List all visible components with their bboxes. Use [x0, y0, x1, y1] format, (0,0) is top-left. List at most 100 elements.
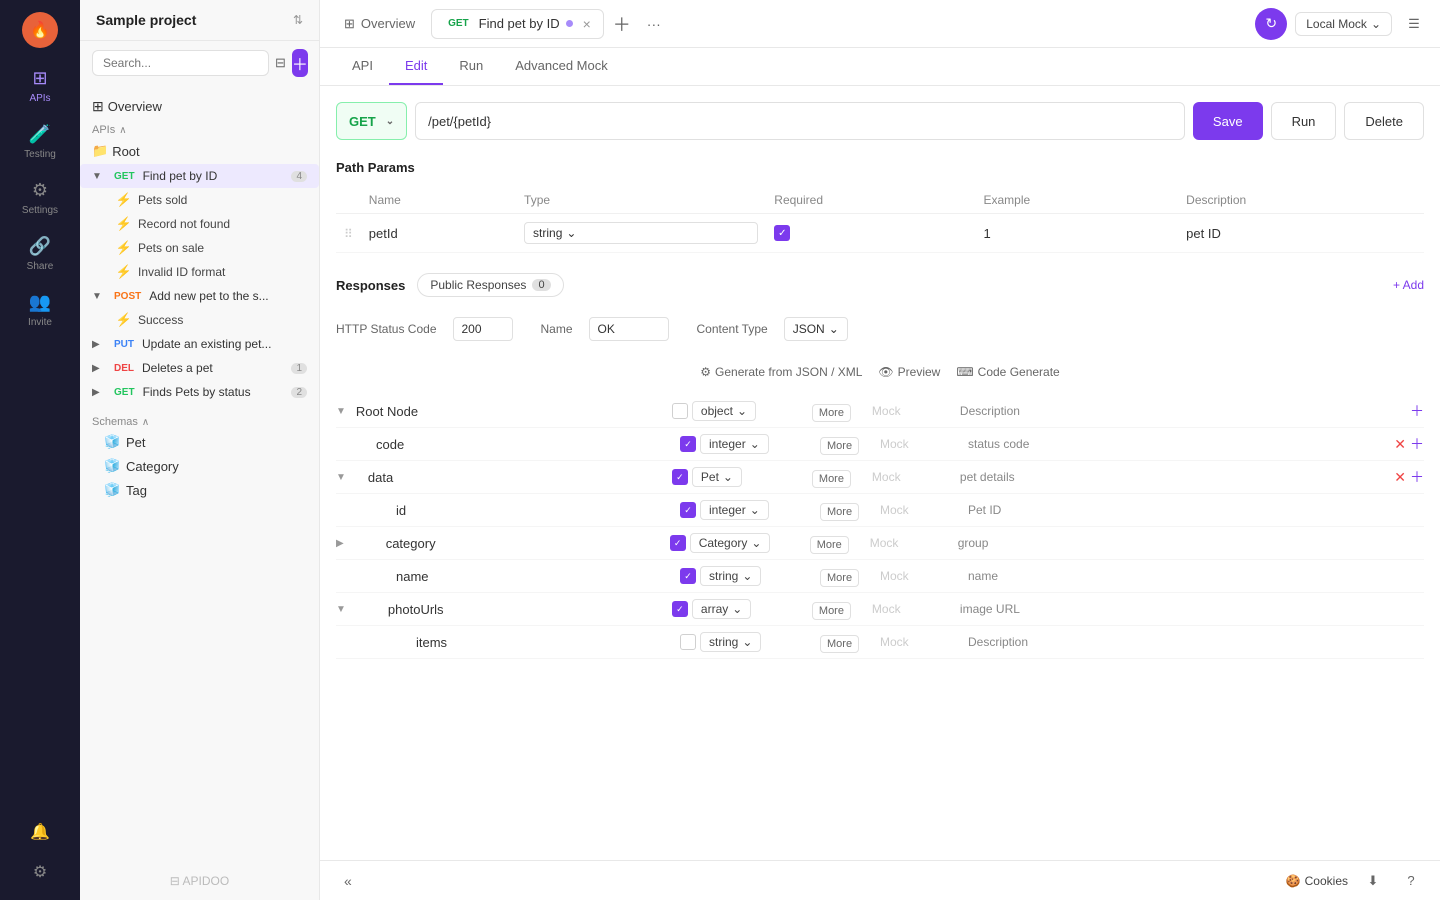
code-generate-button[interactable]: ⌨ Code Generate — [956, 365, 1059, 379]
expand-arrow-put[interactable]: ▶ — [92, 339, 106, 350]
public-responses-button[interactable]: Public Responses 0 — [417, 273, 563, 297]
nav-schema-category[interactable]: 🧊 Category — [80, 454, 319, 478]
sidebar-item-testing[interactable]: 🧪 Testing — [6, 116, 74, 168]
schema-required-category[interactable]: ✓ — [666, 535, 690, 551]
download-icon[interactable]: ⬇ — [1360, 868, 1386, 894]
schemas-section-arrow[interactable]: ∧ — [142, 417, 149, 428]
schema-required-name[interactable]: ✓ — [676, 568, 700, 584]
nav-sub-record-not-found[interactable]: ⚡ Record not found — [80, 212, 319, 236]
sidebar-item-invite[interactable]: 👥 Invite — [6, 284, 74, 336]
nav-schema-tag[interactable]: 🧊 Tag — [80, 478, 319, 502]
nav-item-get-find-pet[interactable]: ▼ GET Find pet by ID 4 — [80, 164, 319, 188]
remove-field-code[interactable]: ✕ — [1394, 436, 1406, 453]
more-button-data[interactable]: More — [812, 470, 851, 488]
more-button-photourls[interactable]: More — [812, 602, 851, 620]
expand-arrow-status[interactable]: ▶ — [92, 387, 106, 398]
save-button[interactable]: Save — [1193, 102, 1263, 140]
status-code-input[interactable] — [453, 317, 513, 341]
nav-sub-pets-sold[interactable]: ⚡ Pets sold — [80, 188, 319, 212]
type-badge-items[interactable]: string ⌄ — [700, 632, 761, 652]
type-select-param[interactable]: string ⌄ — [524, 222, 758, 244]
required-checkbox[interactable]: ✓ — [774, 225, 790, 241]
tab-find-pet[interactable]: GET Find pet by ID × — [431, 9, 604, 39]
expand-arrow-del[interactable]: ▶ — [92, 363, 106, 374]
type-badge-name[interactable]: string ⌄ — [700, 566, 761, 586]
type-badge-category[interactable]: Category ⌄ — [690, 533, 771, 553]
checkbox-photourls[interactable]: ✓ — [672, 601, 688, 617]
more-button-id[interactable]: More — [820, 503, 859, 521]
type-badge-data[interactable]: Pet ⌄ — [692, 467, 742, 487]
collapse-icon[interactable]: « — [336, 869, 360, 893]
type-badge-root[interactable]: object ⌄ — [692, 401, 756, 421]
collapse-photourls-icon[interactable]: ▼ — [336, 604, 346, 615]
nav-item-del[interactable]: ▶ DEL Deletes a pet 1 — [80, 356, 319, 380]
more-button-name[interactable]: More — [820, 569, 859, 587]
nav-item-post-add-pet[interactable]: ▼ POST Add new pet to the s... — [80, 284, 319, 308]
tab-overview[interactable]: ⊞ Overview — [332, 8, 427, 40]
more-button-category[interactable]: More — [810, 536, 849, 554]
settings-gear-icon[interactable]: ⚙ — [24, 856, 56, 888]
checkbox-code[interactable]: ✓ — [680, 436, 696, 452]
type-badge-code[interactable]: integer ⌄ — [700, 434, 769, 454]
generate-json-button[interactable]: ⚙ Generate from JSON / XML — [700, 365, 862, 379]
nav-item-get-status[interactable]: ▶ GET Finds Pets by status 2 — [80, 380, 319, 404]
expand-category-icon[interactable]: ▶ — [336, 538, 344, 549]
method-select[interactable]: GET ⌄ — [336, 102, 407, 140]
drag-handle[interactable]: ⠿ — [344, 227, 353, 241]
tab-edit[interactable]: Edit — [389, 48, 443, 85]
tab-run[interactable]: Run — [443, 48, 499, 85]
cookies-button[interactable]: 🍪 Cookies — [1286, 874, 1348, 888]
nav-project-switch-icon[interactable]: ⇅ — [293, 13, 303, 27]
add-button[interactable]: ＋ — [292, 49, 308, 77]
more-button-code[interactable]: More — [820, 437, 859, 455]
add-field-root[interactable]: ＋ — [1410, 401, 1424, 421]
help-icon[interactable]: ? — [1398, 868, 1424, 894]
type-badge-photourls[interactable]: array ⌄ — [692, 599, 751, 619]
schema-required-photourls[interactable]: ✓ — [668, 601, 692, 617]
expand-arrow-post[interactable]: ▼ — [92, 291, 106, 302]
nav-sub-pets-on-sale[interactable]: ⚡ Pets on sale — [80, 236, 319, 260]
sidebar-item-share[interactable]: 🔗 Share — [6, 228, 74, 280]
schema-required-id[interactable]: ✓ — [676, 502, 700, 518]
tab-api[interactable]: API — [336, 48, 389, 85]
tab-add-button[interactable]: ＋ — [608, 10, 636, 38]
collapse-panel-btn[interactable]: « — [336, 869, 360, 893]
add-response-button[interactable]: + Add — [1393, 278, 1424, 292]
nav-item-put-update[interactable]: ▶ PUT Update an existing pet... — [80, 332, 319, 356]
collapse-data-icon[interactable]: ▼ — [336, 472, 346, 483]
nav-overview[interactable]: ⊞ Overview — [80, 93, 319, 120]
collapse-root-icon[interactable]: ▼ — [336, 406, 346, 417]
sidebar-item-apis[interactable]: ⊞ APIs — [6, 60, 74, 112]
sync-button[interactable]: ↻ — [1255, 8, 1287, 40]
checkbox-items[interactable] — [680, 634, 696, 650]
search-input[interactable] — [92, 50, 269, 76]
env-selector[interactable]: Local Mock ⌄ — [1295, 12, 1392, 36]
checkbox-category[interactable]: ✓ — [670, 535, 686, 551]
expand-arrow-get[interactable]: ▼ — [92, 171, 106, 182]
main-menu-button[interactable]: ☰ — [1400, 10, 1428, 38]
sidebar-item-settings[interactable]: ⚙ Settings — [6, 172, 74, 224]
more-button-root[interactable]: More — [812, 404, 851, 422]
preview-button[interactable]: 👁 Preview — [878, 365, 940, 379]
delete-button[interactable]: Delete — [1344, 102, 1424, 140]
more-button-items[interactable]: More — [820, 635, 859, 653]
checkbox-id[interactable]: ✓ — [680, 502, 696, 518]
avatar[interactable]: 🔥 — [22, 12, 58, 48]
nav-sub-invalid-id[interactable]: ⚡ Invalid ID format — [80, 260, 319, 284]
add-field-code[interactable]: ＋ — [1410, 434, 1424, 454]
nav-root[interactable]: 📁 Root — [80, 138, 319, 164]
nav-schema-pet[interactable]: 🧊 Pet — [80, 430, 319, 454]
tab-more-button[interactable]: ··· — [640, 10, 668, 38]
notification-icon[interactable]: 🔔 — [24, 816, 56, 848]
filter-icon[interactable]: ⊟ — [275, 49, 286, 77]
schema-required-items[interactable] — [676, 634, 700, 650]
type-badge-id[interactable]: integer ⌄ — [700, 500, 769, 520]
run-button[interactable]: Run — [1271, 102, 1337, 140]
nav-sub-success[interactable]: ⚡ Success — [80, 308, 319, 332]
apis-section-arrow[interactable]: ∧ — [119, 125, 126, 136]
name-input[interactable] — [589, 317, 669, 341]
remove-field-data[interactable]: ✕ — [1394, 469, 1406, 486]
schema-required-data[interactable]: ✓ — [668, 469, 692, 485]
checkbox-name[interactable]: ✓ — [680, 568, 696, 584]
add-field-data[interactable]: ＋ — [1410, 467, 1424, 487]
